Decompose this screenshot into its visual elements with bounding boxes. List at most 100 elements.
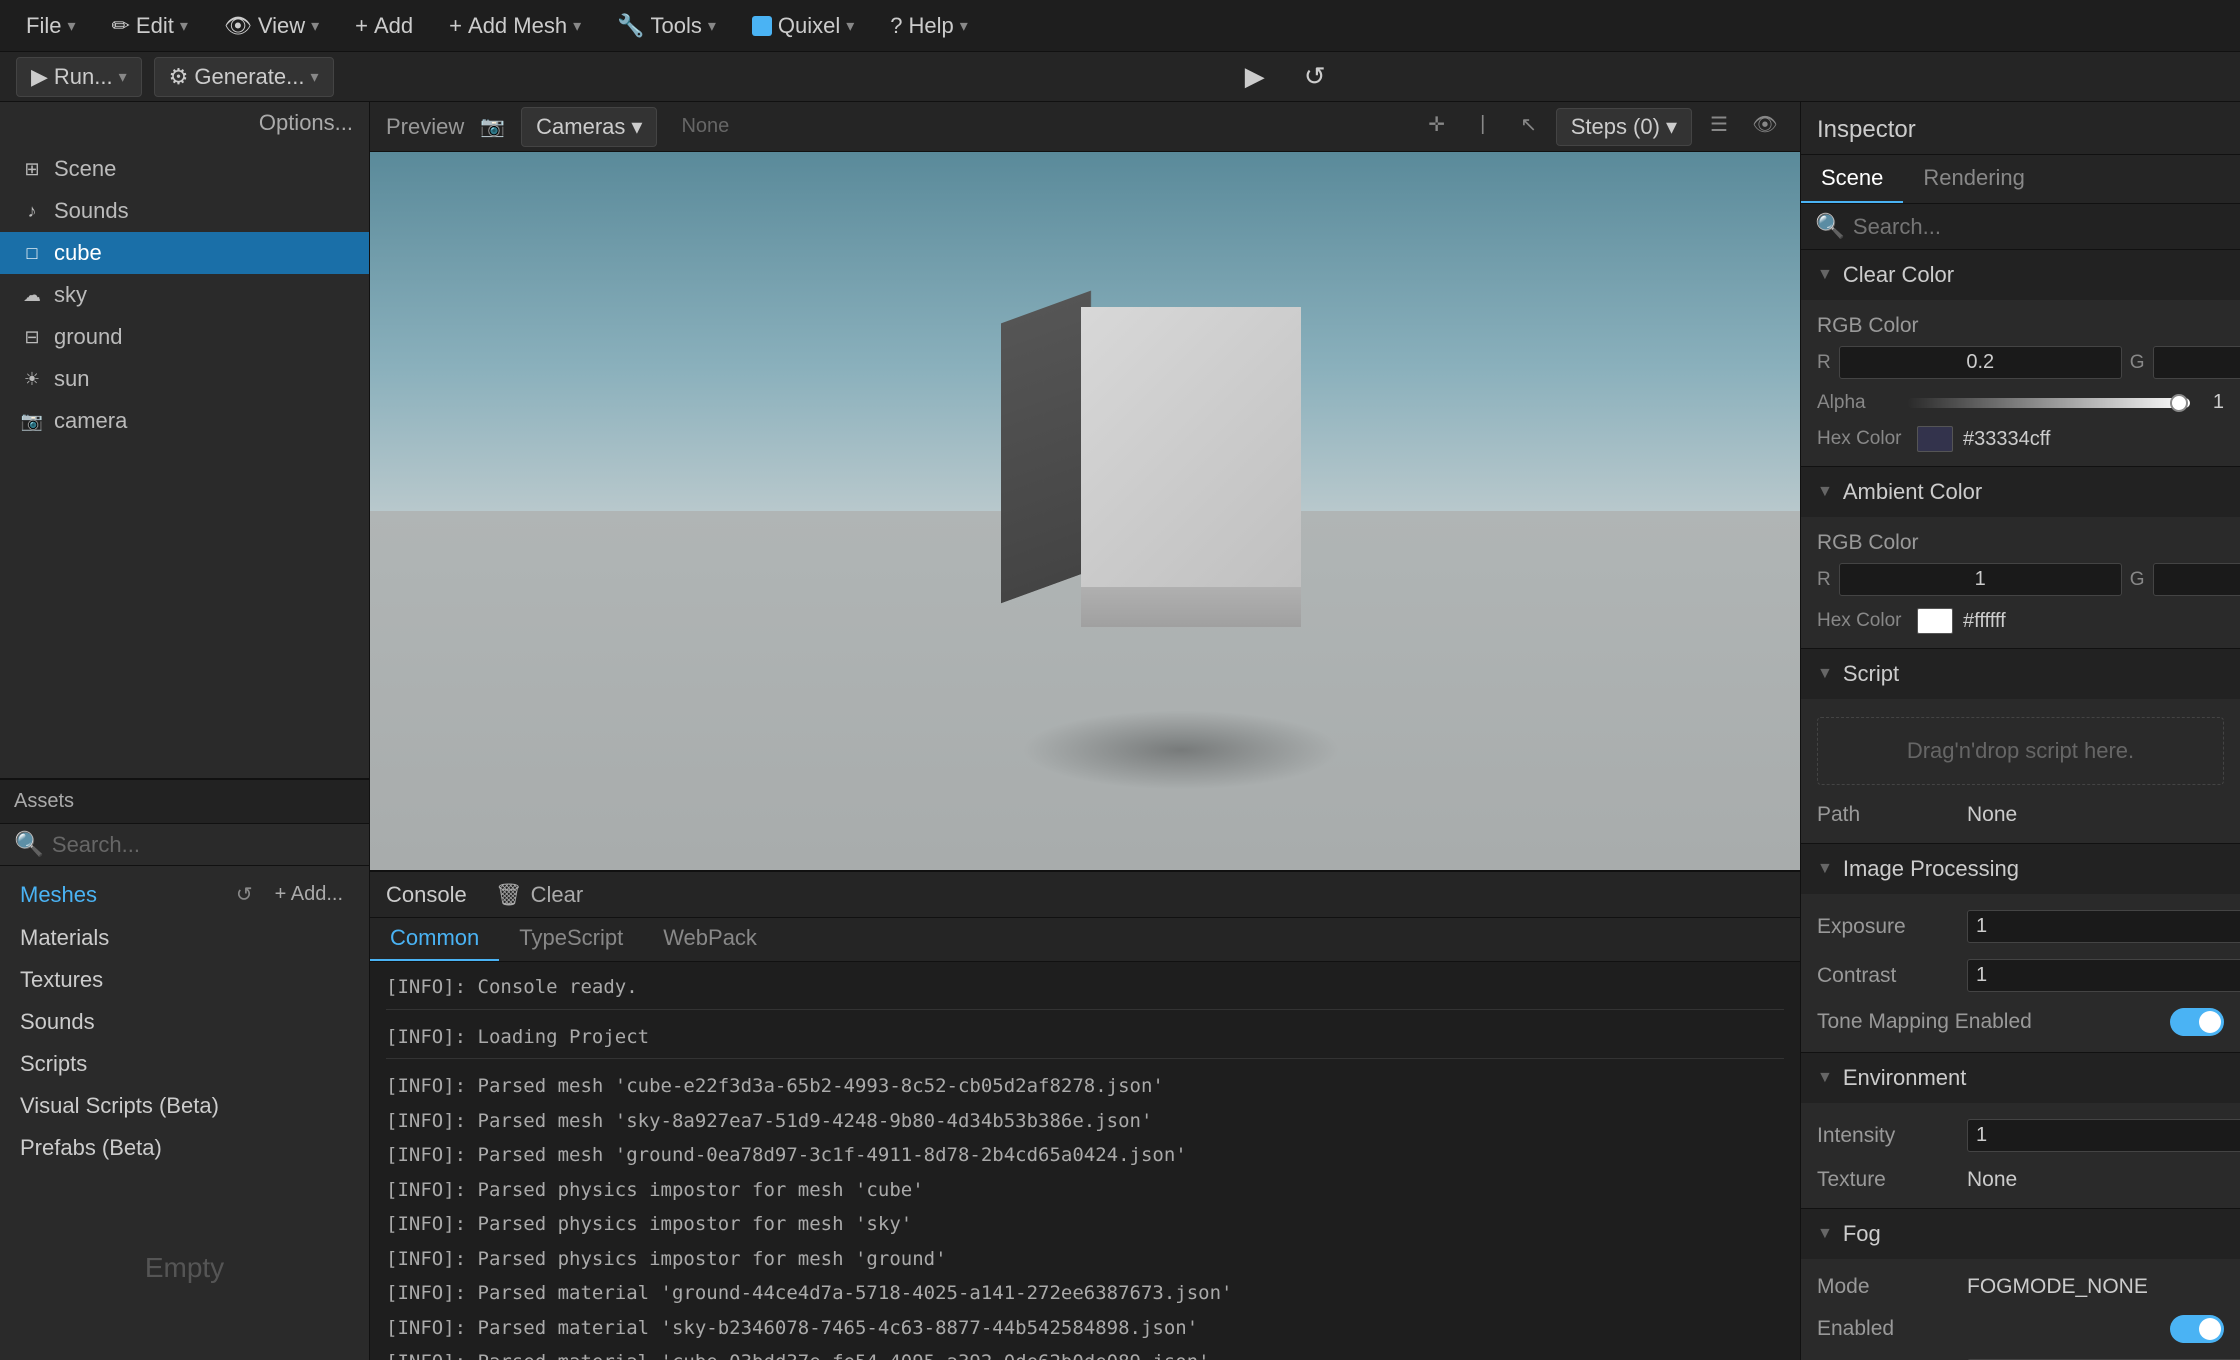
tree-item-cube[interactable]: □ cube <box>0 232 369 274</box>
camera-small-icon: 📷 <box>480 114 505 139</box>
generate-btn[interactable]: ⚙ Generate... ▾ <box>154 57 334 97</box>
fog-enabled-toggle[interactable] <box>2170 1315 2224 1343</box>
menu-view[interactable]: 👁 View ▾ <box>210 7 333 45</box>
left-panel: Options... ⊞ Scene ♪ Sounds □ cube ☁ sky <box>0 102 370 1360</box>
collapse-icon-image-proc: ▼ <box>1817 860 1833 878</box>
tree-item-sky[interactable]: ☁ sky <box>0 274 369 316</box>
tab-typescript[interactable]: TypeScript <box>499 917 643 961</box>
intensity-input[interactable] <box>1967 1119 2240 1152</box>
eye-tool-btn[interactable]: 👁 <box>1746 108 1784 142</box>
menu-edit[interactable]: ✏ Edit ▾ <box>97 7 201 45</box>
r-input-ambient[interactable] <box>1839 563 2122 596</box>
section-ambient-color-header[interactable]: ▼ Ambient Color <box>1801 467 2240 517</box>
viewport[interactable] <box>370 152 1800 870</box>
inspector-search-bar: 🔍 <box>1801 204 2240 250</box>
menu-file[interactable]: File ▾ <box>12 7 89 45</box>
menu-tools[interactable]: 🔧 Tools ▾ <box>603 7 730 45</box>
collapse-icon-ambient: ▼ <box>1817 483 1833 501</box>
category-textures[interactable]: Textures <box>0 959 369 1001</box>
category-sounds[interactable]: Sounds <box>0 1001 369 1043</box>
help-icon: ? <box>890 13 902 39</box>
console-line: [INFO]: Parsed mesh 'ground-0ea78d97-3c1… <box>386 1138 1784 1173</box>
category-materials[interactable]: Materials <box>0 917 369 959</box>
alpha-slider-clear[interactable] <box>1907 398 2190 408</box>
right-panel: Inspector Scene Rendering 🔍 ▼ Clear Colo… <box>1800 102 2240 1360</box>
meshes-add-btn[interactable]: + Add... <box>269 881 349 908</box>
3d-cube-container <box>1001 307 1281 647</box>
inspector-title: Inspector <box>1801 102 2240 155</box>
tree-item-sun[interactable]: ☀ sun <box>0 358 369 400</box>
play-button[interactable]: ▶ <box>1233 55 1277 99</box>
run-btn[interactable]: ▶ Run... ▾ <box>16 57 142 97</box>
collapse-icon-script: ▼ <box>1817 665 1833 683</box>
menu-help-label: Help <box>909 13 954 39</box>
menu-tools-arrow: ▾ <box>708 16 716 36</box>
tab-common[interactable]: Common <box>370 917 499 961</box>
r-label-ambient: R <box>1817 569 1831 591</box>
fog-enabled-row: Enabled <box>1801 1307 2240 1351</box>
fog-enabled-label: Enabled <box>1817 1317 2160 1341</box>
preview-header: Preview 📷 Cameras ▾ None ✛ | ↖ Steps (0)… <box>370 102 1800 152</box>
steps-button[interactable]: Steps (0) ▾ <box>1556 108 1692 146</box>
menu-add[interactable]: + Add <box>341 7 427 45</box>
console-line: [INFO]: Parsed physics impostor for mesh… <box>386 1207 1784 1242</box>
tree-item-ground[interactable]: ⊟ ground <box>0 316 369 358</box>
section-image-processing-header[interactable]: ▼ Image Processing <box>1801 844 2240 894</box>
console-line: [INFO]: Parsed mesh 'cube-e22f3d3a-65b2-… <box>386 1069 1784 1104</box>
cursor-tool-btn[interactable]: ↖ <box>1510 108 1548 142</box>
menu-tool-btn[interactable]: ☰ <box>1700 108 1738 142</box>
section-clear-color-header[interactable]: ▼ Clear Color <box>1801 250 2240 300</box>
r-input-clear[interactable] <box>1839 346 2122 379</box>
script-dropzone[interactable]: Drag'n'drop script here. <box>1817 717 2224 785</box>
refresh-button[interactable]: ↺ <box>1293 55 1337 99</box>
exposure-input[interactable] <box>1967 910 2240 943</box>
section-environment-header[interactable]: ▼ Environment <box>1801 1053 2240 1103</box>
tone-mapping-row: Tone Mapping Enabled <box>1801 1000 2240 1044</box>
inspector-search-input[interactable] <box>1853 214 2226 240</box>
g-input-clear[interactable] <box>2153 346 2240 379</box>
assets-search-input[interactable] <box>52 832 355 858</box>
alpha-label-clear: Alpha <box>1817 392 1897 414</box>
scene-panel: Options... ⊞ Scene ♪ Sounds □ cube ☁ sky <box>0 102 369 780</box>
tree-item-sky-label: sky <box>54 282 87 308</box>
tree-item-sounds[interactable]: ♪ Sounds <box>0 190 369 232</box>
section-environment: ▼ Environment Intensity Texture None <box>1801 1053 2240 1209</box>
tone-mapping-toggle[interactable] <box>2170 1008 2224 1036</box>
section-script-header[interactable]: ▼ Script <box>1801 649 2240 699</box>
tree-item-camera[interactable]: 📷 camera <box>0 400 369 442</box>
tab-webpack[interactable]: WebPack <box>643 917 777 961</box>
menu-help[interactable]: ? Help ▾ <box>876 7 982 45</box>
inspector-tabs: Scene Rendering <box>1801 155 2240 204</box>
inspector-search-icon: 🔍 <box>1815 212 1845 241</box>
clear-color-rgb-row: R G B <box>1801 340 2240 385</box>
move-tool-btn[interactable]: ✛ <box>1418 108 1456 142</box>
category-prefabs[interactable]: Prefabs (Beta) <box>0 1127 369 1169</box>
menu-quixel[interactable]: Quixel ▾ <box>738 7 868 45</box>
options-button[interactable]: Options... <box>0 102 369 144</box>
inspector-tab-rendering[interactable]: Rendering <box>1903 155 2045 203</box>
inspector-tab-scene[interactable]: Scene <box>1801 155 1903 203</box>
clear-color-alpha-row: Alpha 1 <box>1801 385 2240 420</box>
contrast-input[interactable] <box>1967 959 2240 992</box>
category-visual-scripts[interactable]: Visual Scripts (Beta) <box>0 1085 369 1127</box>
clear-button[interactable]: 🗑 Clear <box>483 877 596 913</box>
section-fog-header[interactable]: ▼ Fog <box>1801 1209 2240 1259</box>
assets-search-icon: 🔍 <box>14 830 44 859</box>
console-line: [INFO]: Console ready. <box>386 970 1784 1005</box>
ambient-rgb-label: RGB Color <box>1801 525 2240 557</box>
hex-swatch-clear[interactable] <box>1917 426 1953 452</box>
console-line: [INFO]: Parsed physics impostor for mesh… <box>386 1173 1784 1208</box>
menu-add-mesh-label: Add Mesh <box>468 13 567 39</box>
category-prefabs-label: Prefabs (Beta) <box>20 1135 162 1161</box>
g-input-ambient[interactable] <box>2153 563 2240 596</box>
category-meshes[interactable]: Meshes ↺ + Add... <box>0 872 369 917</box>
asset-empty-label: Empty <box>0 1175 369 1360</box>
menu-add-mesh[interactable]: + Add Mesh ▾ <box>435 7 595 45</box>
cameras-button[interactable]: Cameras ▾ <box>521 107 657 147</box>
category-scripts-label: Scripts <box>20 1051 87 1077</box>
category-scripts[interactable]: Scripts <box>0 1043 369 1085</box>
hex-swatch-ambient[interactable] <box>1917 608 1953 634</box>
exposure-row: Exposure <box>1801 902 2240 951</box>
tree-item-scene[interactable]: ⊞ Scene <box>0 148 369 190</box>
meshes-refresh-btn[interactable]: ↺ <box>230 880 259 909</box>
